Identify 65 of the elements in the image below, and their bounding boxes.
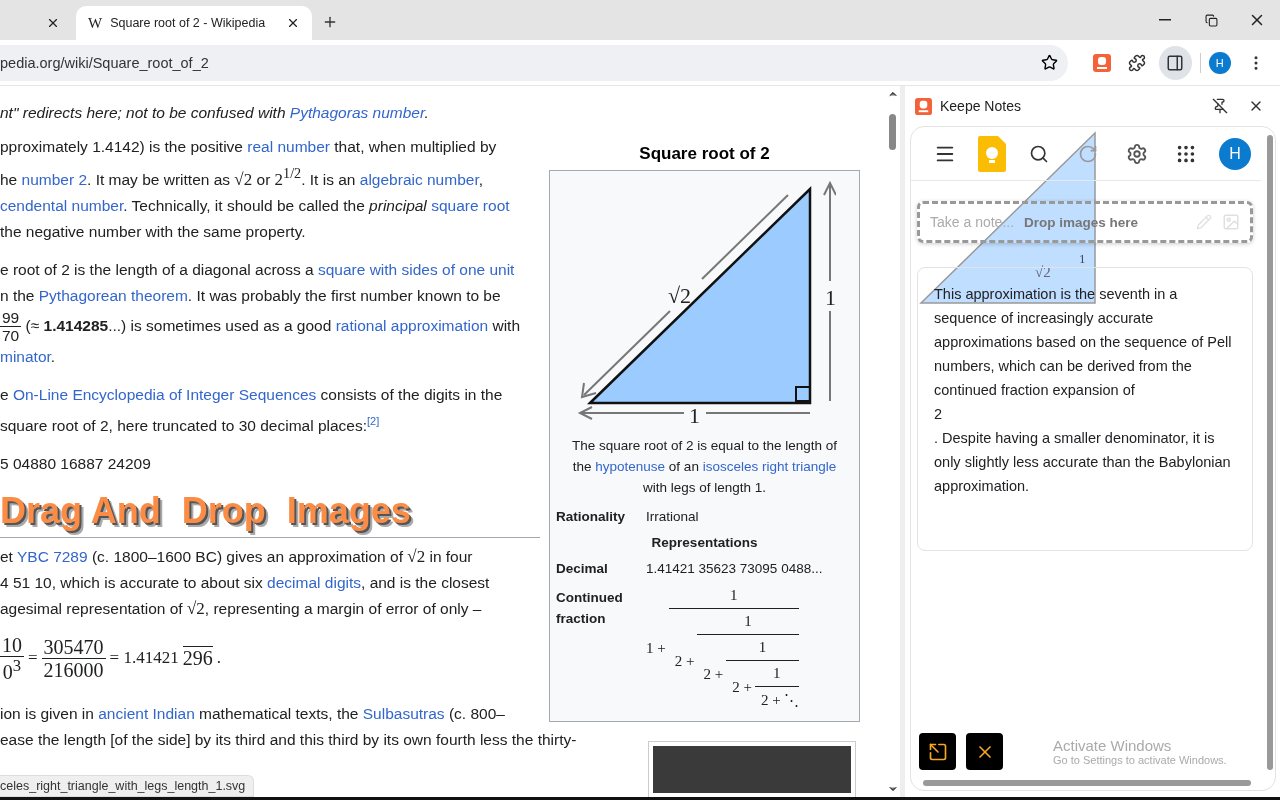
- side-panel-button[interactable]: [1158, 45, 1193, 80]
- article-paragraph: pproximately 1.4142) is the positive real number that, when multiplied by he number 2. It may be written as √2 or 2$^{1/2}$. It is an algebraic number, cendental number. Technically, it should be called the principal square root the negative number with the same property.: [0, 137, 510, 242]
- note-text: 2: [934, 405, 944, 424]
- activation-notice-title: Activate Windows: [1053, 737, 1173, 754]
- article-paragraph: et YBC 7289 (c. 1800–1600 BC) gives an approximation of √2 in four 4 51 10, which is accurate to about six decimal digits, and is the closest agesimal representation of √2, representing a margin of error of only –: [0, 545, 490, 620]
- close-icon[interactable]: [46, 16, 60, 30]
- open-external-button[interactable]: [919, 733, 956, 770]
- article-link[interactable]: Pythagorean theorem: [38, 286, 188, 304]
- article-link[interactable]: YBC 7289: [16, 547, 88, 565]
- infobox-title: Square root of 2: [639, 144, 770, 164]
- close-button[interactable]: [966, 733, 1003, 770]
- article-link[interactable]: Pythagoras number: [289, 104, 425, 121]
- notes-extension-icon: [915, 97, 932, 115]
- plus-icon: [322, 14, 338, 30]
- article-link[interactable]: algebraic number: [359, 170, 479, 188]
- article-link[interactable]: cendental number: [0, 196, 124, 214]
- side-panel-icon: [1166, 53, 1185, 72]
- arrow-out-icon: [927, 741, 948, 762]
- article-link[interactable]: On-Line Encyclopedia of Integer Sequences: [12, 385, 317, 403]
- article-link[interactable]: isosceles right triangle: [702, 459, 837, 474]
- account-avatar[interactable]: H: [1219, 137, 1251, 170]
- article-link[interactable]: ancient Indian: [98, 704, 195, 722]
- browser-tab[interactable]: W Square root of 2 - Wikipedia: [76, 6, 312, 40]
- tab-favicon: W: [88, 14, 103, 32]
- infobox-section-heading: Representations: [650, 534, 759, 552]
- article-link[interactable]: rational approximation: [335, 316, 489, 334]
- promo-caption: Images: [286, 488, 412, 533]
- article-link[interactable]: real number: [247, 138, 330, 155]
- bookmark-star-icon[interactable]: [1041, 54, 1058, 71]
- article-link[interactable]: hypotenuse: [595, 459, 666, 474]
- notes-extension-icon: [1092, 53, 1111, 72]
- minimize-icon: [1159, 19, 1171, 21]
- continued-fraction: 1 + 1 2 + 1 2 + 1 2 + 1 2 + ⋱: [646, 587, 799, 709]
- scrollbar[interactable]: [923, 780, 1251, 786]
- article-link[interactable]: minator: [0, 347, 51, 365]
- close-icon[interactable]: [286, 16, 300, 30]
- activation-notice-text: Go to Settings to activate Windows.: [1053, 754, 1227, 766]
- profile-avatar[interactable]: H: [1209, 51, 1231, 74]
- hatnote: nt" redirects here; not to be confused with Pythagoras number.: [0, 103, 430, 123]
- infobox-value: Irrational: [646, 508, 699, 526]
- article-link[interactable]: Sulbasutras: [362, 704, 445, 722]
- article-link[interactable]: square root: [431, 196, 510, 214]
- article-paragraph: ion is given in ancient Indian mathematical texts, the Sulbasutras (c. 800– ease the length [of the side] by its third and this third by its own fourth less the thirty-: [0, 703, 577, 750]
- image-caption: The square root of 2 is equal to the length of the hypotenuse of an isosceles right triangle with legs of length 1.: [571, 437, 838, 497]
- infobox-label: Continued fraction: [556, 589, 624, 628]
- infobox-label: Rationality: [556, 508, 626, 526]
- restore-icon: [1204, 13, 1218, 27]
- note-app-logo-icon: [978, 135, 1006, 172]
- article-link[interactable]: decimal digits: [267, 573, 361, 591]
- note-text: This approximation is the seventh in a sequence of increasingly accurate approximations based on the sequence of Pell numbers, which can be derived from the continued fraction expansion of: [934, 285, 1233, 400]
- note-text: . Despite having a smaller denominator, it is only slightly less accurate than the Babylonian approximation.: [934, 429, 1232, 496]
- article-link[interactable]: square with sides of one unit: [317, 260, 515, 278]
- promo-caption: Drop: [181, 488, 267, 533]
- status-url: celes_right_triangle_with_legs_length_1.svg: [0, 775, 255, 797]
- panel-title: Keepe Notes: [940, 98, 1022, 114]
- address-bar[interactable]: pedia.org/wiki/Square_root_of_2: [0, 44, 1068, 81]
- reference-link[interactable]: [2]: [367, 414, 380, 427]
- scrollbar[interactable]: [1267, 135, 1273, 770]
- infobox-label: Decimal: [556, 560, 609, 578]
- infobox-value: 1.41421 35623 73095 0488...: [646, 560, 823, 578]
- article-paragraph: 5 04880 16887 24209: [0, 453, 151, 474]
- scrollbar-thumb[interactable]: [889, 114, 896, 150]
- article-paragraph: e On-Line Encyclopedia of Integer Sequences consists of the digits in the square root of 2, here truncated to 30 decimal places:$^{[2]}$: [0, 384, 503, 436]
- note-card[interactable]: [917, 267, 1253, 551]
- promo-caption: Drag And: [0, 488, 162, 533]
